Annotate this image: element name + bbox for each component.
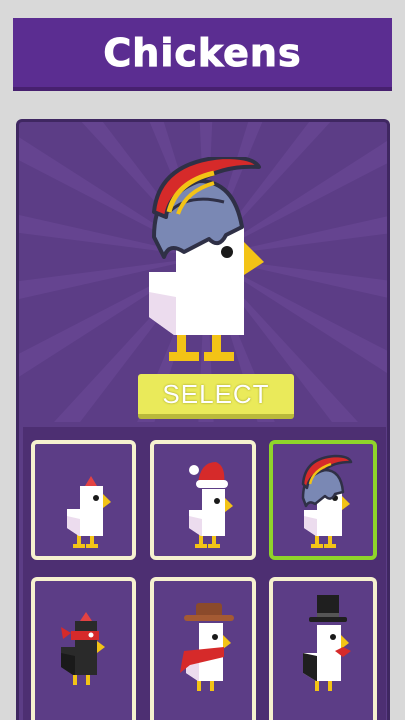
selected-chicken-preview	[149, 157, 264, 361]
select-button[interactable]: SELECT	[138, 374, 294, 419]
chicken-card-santa[interactable]	[150, 440, 256, 560]
chicken-card-classic[interactable]	[31, 440, 136, 560]
cowboy-chicken-icon	[180, 603, 234, 691]
top-hat-chicken-icon	[303, 595, 351, 691]
ninja-chicken-icon	[61, 612, 105, 685]
select-button-label: SELECT	[162, 378, 270, 409]
page-title: Chickens	[103, 30, 302, 75]
chicken-card-cowboy[interactable]	[150, 577, 256, 720]
spartan-chicken-icon	[301, 454, 353, 548]
chicken-card-ninja[interactable]	[31, 577, 136, 720]
title-banner: Chickens	[13, 18, 392, 91]
chicken-card-spartan[interactable]	[269, 440, 377, 560]
classic-chicken-icon	[67, 476, 111, 548]
chickens-screen: Chickens SELECT	[0, 0, 405, 720]
chicken-card-top-hat[interactable]	[269, 577, 377, 720]
santa-chicken-icon	[189, 462, 233, 548]
